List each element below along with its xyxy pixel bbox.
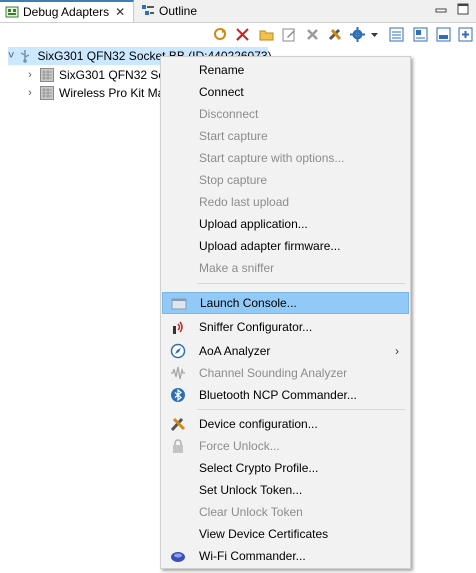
menu-item-redo-upload: Redo last upload bbox=[199, 195, 290, 209]
menu-item-device-configuration[interactable]: Device configuration... bbox=[162, 413, 409, 435]
chevron-down-icon[interactable]: ˅ bbox=[8, 50, 14, 62]
wifi-commander-icon bbox=[170, 548, 186, 564]
menu-item-select-crypto-profile[interactable]: Select Crypto Profile... bbox=[162, 457, 409, 479]
edit-icon[interactable] bbox=[282, 27, 297, 42]
menu-item-clear-unlock-token: Clear Unlock Token bbox=[199, 505, 303, 519]
folder-icon[interactable] bbox=[259, 27, 274, 42]
disconnect-all-icon[interactable] bbox=[235, 27, 250, 42]
chevron-right-icon[interactable]: › bbox=[24, 69, 36, 81]
tools-icon bbox=[170, 416, 186, 432]
minimize-icon[interactable] bbox=[434, 2, 448, 16]
menu-item-disconnect: Disconnect bbox=[199, 107, 259, 121]
menu-item-make-sniffer: Make a sniffer bbox=[199, 261, 275, 275]
menu-item-upload-firmware[interactable]: Upload adapter firmware... bbox=[162, 235, 409, 257]
bluetooth-icon bbox=[170, 387, 186, 403]
board-icon bbox=[40, 86, 54, 100]
menu-item-force-unlock: Force Unlock... bbox=[162, 435, 409, 457]
view-tab-bar: Debug Adapters ✕ Outline bbox=[0, 0, 476, 23]
refresh-devices-icon[interactable] bbox=[213, 27, 228, 42]
menu-item-start-capture-options: Start capture with options... bbox=[199, 151, 345, 165]
menu-item-bluetooth-ncp[interactable]: Bluetooth NCP Commander... bbox=[162, 384, 409, 406]
menu-item-wifi-commander[interactable]: Wi-Fi Commander... bbox=[162, 545, 409, 567]
lock-icon bbox=[170, 438, 186, 454]
tab-label: Debug Adapters bbox=[23, 5, 110, 19]
waveform-icon bbox=[170, 365, 186, 381]
menu-item-upload-application[interactable]: Upload application... bbox=[162, 213, 409, 235]
debug-adapters-icon bbox=[5, 5, 19, 19]
tab-label: Outline bbox=[159, 4, 198, 18]
tab-debug-adapters[interactable]: Debug Adapters ✕ bbox=[0, 0, 134, 22]
menu-item-view-device-certificates[interactable]: View Device Certificates bbox=[162, 523, 409, 545]
minimize-icon[interactable] bbox=[436, 27, 451, 42]
chevron-right-icon[interactable]: › bbox=[24, 87, 36, 99]
chevron-right-icon: › bbox=[395, 344, 399, 358]
menu-item-launch-console[interactable]: Launch Console... bbox=[162, 292, 409, 314]
menu-item-start-capture: Start capture bbox=[199, 129, 268, 143]
board-icon bbox=[40, 68, 54, 82]
menu-item-aoa-analyzer[interactable]: AoA Analyzer › bbox=[162, 340, 409, 362]
tab-outline[interactable]: Outline bbox=[136, 0, 216, 22]
compass-icon bbox=[170, 343, 186, 359]
menu-item-connect[interactable]: Connect bbox=[162, 81, 409, 103]
menu-item-rename[interactable]: Rename bbox=[162, 59, 409, 81]
close-icon[interactable]: ✕ bbox=[115, 5, 125, 19]
view-toolbar bbox=[0, 23, 476, 45]
menu-item-channel-sounding: Channel Sounding Analyzer bbox=[162, 362, 409, 384]
outline-icon bbox=[141, 4, 155, 18]
remove-icon[interactable] bbox=[305, 27, 320, 42]
menu-item-sniffer-configurator[interactable]: Sniffer Configurator... bbox=[162, 316, 409, 338]
context-menu: Rename Connect Disconnect Start capture … bbox=[160, 56, 411, 569]
maximize-icon[interactable] bbox=[458, 27, 473, 42]
tools-icon[interactable] bbox=[328, 27, 343, 42]
view-menu-icon[interactable] bbox=[389, 27, 404, 42]
usb-adapter-icon bbox=[18, 49, 32, 63]
dropdown-arrow-icon[interactable] bbox=[370, 27, 379, 42]
menu-separator bbox=[197, 283, 405, 284]
gear-icon[interactable] bbox=[350, 27, 365, 42]
menu-item-stop-capture: Stop capture bbox=[199, 173, 268, 187]
sniffer-icon bbox=[170, 319, 186, 335]
menu-item-set-unlock-token[interactable]: Set Unlock Token... bbox=[162, 479, 409, 501]
maximize-icon[interactable] bbox=[456, 2, 470, 16]
layout-icon[interactable] bbox=[413, 27, 428, 42]
console-icon bbox=[171, 296, 187, 312]
menu-separator bbox=[197, 409, 405, 410]
